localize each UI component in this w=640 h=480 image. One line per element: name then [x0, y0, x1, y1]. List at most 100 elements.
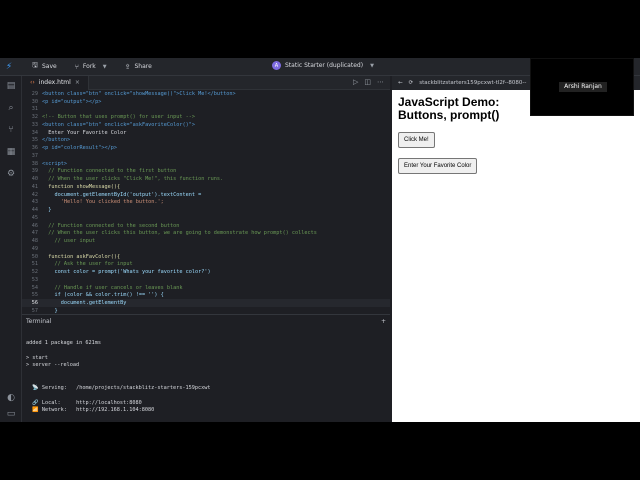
line-number: 35	[31, 137, 38, 144]
code-line[interactable]: 33 <button class="btn" onclick="askFavori…	[22, 121, 390, 129]
share-button[interactable]: ⇪ Share	[121, 60, 156, 74]
code-text: 'Hello! You clicked the button.';	[42, 199, 164, 206]
code-text: // Function connected to the second butt…	[42, 222, 180, 229]
code-line[interactable]: 37	[22, 152, 390, 160]
code-line[interactable]: 46 // Function connected to the second b…	[22, 222, 390, 230]
save-label: Save	[41, 63, 57, 70]
more-icon[interactable]: ⋯	[377, 78, 384, 86]
line-number: 43	[31, 199, 38, 206]
line-number: 49	[31, 245, 38, 252]
code-text: <p id="colorResult"></p>	[42, 145, 117, 152]
share-label: Share	[134, 63, 152, 70]
code-text: function askFavColor(){	[42, 253, 121, 260]
share-icon: ⇪	[124, 62, 131, 71]
code-line[interactable]: 51 // Ask the user for input	[22, 261, 390, 269]
preview-pane: JavaScript Demo: Buttons, prompt() Click…	[392, 90, 640, 422]
favorite-color-button[interactable]: Enter Your Favorite Color	[398, 158, 478, 174]
close-icon[interactable]: ×	[75, 79, 80, 86]
code-line[interactable]: 36 <p id="colorResult"></p>	[22, 144, 390, 152]
line-number: 44	[31, 207, 38, 214]
fork-label: Fork	[82, 63, 96, 70]
code-line[interactable]: 30 <p id="output"></p>	[22, 98, 390, 106]
line-number: 33	[31, 121, 38, 128]
code-line[interactable]: 55 if (color && color.trim() !== '') {	[22, 292, 390, 300]
code-line[interactable]: 52 const color = prompt('Whats your favo…	[22, 268, 390, 276]
code-line[interactable]: 29 <button class="btn" onclick="showMessa…	[22, 90, 390, 98]
tab-index-html[interactable]: ‹› index.html ×	[22, 75, 89, 90]
panel-toggle-icon[interactable]: ▭	[5, 408, 17, 420]
split-editor-icon[interactable]: ◫	[364, 78, 371, 86]
code-text: <script>	[42, 160, 67, 167]
line-number: 36	[31, 145, 38, 152]
editor-tools: ▷ ◫ ⋯	[353, 78, 384, 86]
code-line[interactable]: 41 function showMessage(){	[22, 183, 390, 191]
add-terminal-icon[interactable]: +	[381, 318, 386, 325]
code-line[interactable]: 34 Enter Your Favorite Color	[22, 129, 390, 137]
code-text: <button class="btn" onclick="askFavorite…	[42, 121, 196, 128]
code-text: // Function connected to the first butto…	[42, 168, 177, 175]
code-line[interactable]: 45	[22, 214, 390, 222]
line-number: 56	[31, 300, 38, 307]
terminal-output[interactable]: added 1 package in 621ms > start > server …	[22, 328, 390, 419]
code-line[interactable]: 31	[22, 106, 390, 114]
code-text: }	[42, 207, 52, 214]
code-line[interactable]: 42 document.getElementById('output').tex…	[22, 191, 390, 199]
extensions-icon[interactable]: ▦	[5, 146, 17, 158]
code-line[interactable]: 49	[22, 245, 390, 253]
fork-button[interactable]: ⑂ Fork ▼	[71, 60, 111, 74]
reload-icon[interactable]: ⟳	[409, 80, 414, 86]
chevron-down-icon[interactable]: ▼	[370, 63, 374, 69]
code-line[interactable]: 39 // Function connected to the first bu…	[22, 168, 390, 176]
code-text: // user input	[42, 238, 96, 245]
html-file-icon: ‹›	[30, 79, 35, 86]
code-line[interactable]: 35 </button>	[22, 137, 390, 145]
search-icon[interactable]: ⌕	[5, 102, 17, 114]
line-number: 37	[31, 152, 38, 159]
code-line[interactable]: 48 // user input	[22, 237, 390, 245]
code-line[interactable]: 44 }	[22, 206, 390, 214]
terminal-line: 📶 Network: http://192.168.1.104:8080	[26, 407, 155, 413]
line-number: 48	[31, 238, 38, 245]
code-line[interactable]: 47 // When the user clicks this button, …	[22, 230, 390, 238]
preview-body: JavaScript Demo: Buttons, prompt() Click…	[392, 90, 640, 422]
line-number: 34	[31, 129, 38, 136]
code-line[interactable]: 50 function askFavColor(){	[22, 253, 390, 261]
code-text: // When the user clicks this button, we …	[42, 230, 317, 237]
preview-toggle-icon[interactable]: ▷	[353, 78, 358, 86]
code-line[interactable]: 53	[22, 276, 390, 284]
files-icon[interactable]: ▤	[5, 80, 17, 92]
code-text: function showMessage(){	[42, 183, 121, 190]
code-text: document.getElementBy	[42, 300, 127, 307]
line-number: 51	[31, 261, 38, 268]
line-number: 52	[31, 269, 38, 276]
code-line[interactable]: 32 <!-- Button that uses prompt() for use…	[22, 113, 390, 121]
code-line[interactable]: 54 // Handle if user cancels or leaves b…	[22, 284, 390, 292]
code-text: <p id="output"></p>	[42, 98, 102, 105]
stackblitz-logo-icon[interactable]: ⚡	[0, 58, 18, 76]
code-line[interactable]: 43 'Hello! You clicked the button.';	[22, 199, 390, 207]
save-button[interactable]: 🖫 Save	[28, 60, 61, 74]
line-number: 39	[31, 168, 38, 175]
preview-url[interactable]: stackblitzstarters159pcxwt-tl2f--8080--	[419, 80, 526, 86]
code-text: Enter Your Favorite Color	[42, 129, 127, 136]
code-line[interactable]: 38 <script>	[22, 160, 390, 168]
code-line[interactable]: 40 // When the user clicks "Click Me!", …	[22, 175, 390, 183]
line-number: 57	[31, 307, 38, 314]
source-control-icon[interactable]: ⑂	[5, 124, 17, 136]
theme-toggle-icon[interactable]: ◐	[5, 392, 17, 404]
project-title[interactable]: A Static Starter (duplicated) ▼	[272, 61, 374, 70]
line-number: 40	[31, 176, 38, 183]
code-text: // When the user clicks "Click Me!", thi…	[42, 176, 224, 183]
code-text: }	[42, 307, 58, 314]
terminal-header: Terminal +	[22, 315, 390, 328]
code-line[interactable]: 56 document.getElementBy	[22, 299, 390, 307]
back-icon[interactable]: ←	[398, 80, 403, 86]
settings-icon[interactable]: ⚙	[5, 168, 17, 180]
save-icon: 🖫	[32, 61, 38, 69]
chevron-down-icon[interactable]: ▼	[103, 64, 107, 70]
avatar: A	[272, 61, 281, 70]
click-me-button[interactable]: Click Me!	[398, 132, 435, 148]
